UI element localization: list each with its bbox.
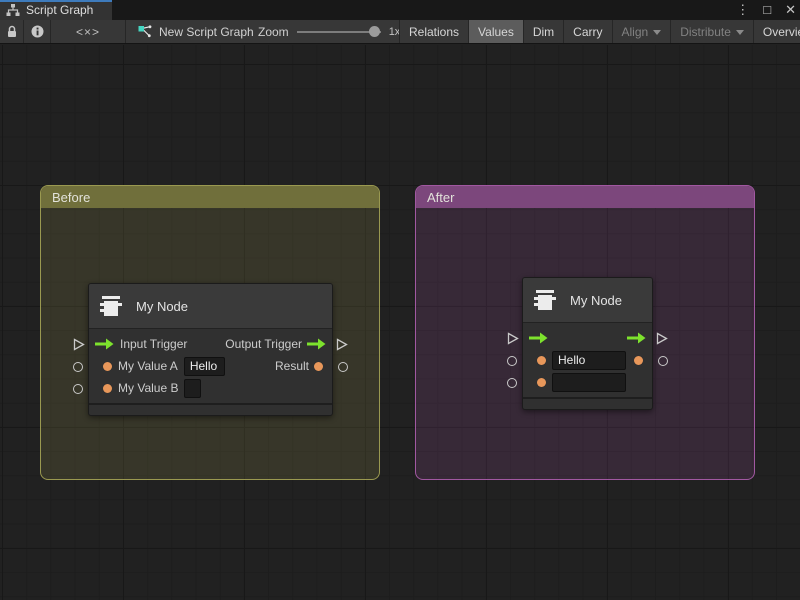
tab-label: Script Graph: [26, 3, 93, 17]
window-controls: ⋮ □ ✕: [736, 0, 796, 20]
info-button[interactable]: [24, 20, 50, 43]
zoom-slider-handle[interactable]: [369, 26, 380, 37]
tab-bar: Script Graph ⋮ □ ✕: [0, 0, 800, 20]
node-row: [523, 371, 652, 393]
flow-input-connector[interactable]: [73, 338, 85, 351]
zoom-control: Zoom 1x: [258, 20, 400, 43]
dim-label: Dim: [533, 25, 554, 39]
chevron-down-icon: [653, 30, 661, 35]
node-title: My Node: [570, 293, 622, 308]
value-output-connector[interactable]: [338, 362, 348, 372]
flow-input-port[interactable]: [529, 332, 548, 344]
flow-input-port[interactable]: [95, 338, 114, 350]
node-row: My Value B: [89, 377, 332, 399]
value-input-connector[interactable]: [73, 384, 83, 394]
maximize-button[interactable]: □: [763, 0, 771, 20]
script-graph-icon: [138, 25, 152, 38]
port-label: My Value A: [118, 359, 178, 373]
values-label: Values: [478, 25, 514, 39]
group-title: Before: [52, 190, 90, 205]
group-before-header[interactable]: Before: [41, 186, 379, 208]
graph-name-label: New Script Graph: [159, 25, 254, 39]
lock-icon: [6, 25, 18, 38]
value-a-field[interactable]: [552, 351, 626, 370]
value-b-field[interactable]: [552, 373, 626, 392]
group-after-header[interactable]: After: [416, 186, 754, 208]
dim-button[interactable]: Dim: [523, 20, 563, 43]
value-input-connector[interactable]: [507, 378, 517, 388]
values-button[interactable]: Values: [468, 20, 523, 43]
flow-output-port[interactable]: [307, 338, 326, 350]
node-my-node-before[interactable]: My Node Input Trigger Output Trigger: [88, 283, 333, 416]
toolbar-divider: [125, 20, 126, 43]
overview-button[interactable]: Overview: [753, 20, 800, 43]
distribute-label: Distribute: [680, 25, 731, 39]
flow-input-connector[interactable]: [507, 332, 519, 345]
value-a-field[interactable]: [184, 357, 225, 376]
flow-output-connector[interactable]: [336, 338, 348, 351]
value-input-port[interactable]: [103, 384, 112, 393]
relations-label: Relations: [409, 25, 459, 39]
value-input-connector[interactable]: [73, 362, 83, 372]
align-button[interactable]: Align: [612, 20, 671, 43]
zoom-slider[interactable]: [297, 26, 381, 38]
distribute-button[interactable]: Distribute: [670, 20, 753, 43]
node-body: Input Trigger Output Trigger My Value A: [89, 329, 332, 403]
value-b-field[interactable]: [184, 379, 201, 398]
value-input-port[interactable]: [103, 362, 112, 371]
value-input-port[interactable]: [537, 356, 546, 365]
flow-output-port[interactable]: [627, 332, 646, 344]
align-label: Align: [622, 25, 649, 39]
value-output-connector[interactable]: [658, 356, 668, 366]
port-label: Result: [275, 359, 309, 373]
graph-canvas[interactable]: Before After My Node: [0, 45, 800, 600]
port-label: My Value B: [118, 381, 178, 395]
value-output-port[interactable]: [314, 362, 323, 371]
close-button[interactable]: ✕: [785, 0, 796, 20]
toolbar-right-group: Relations Values Dim Carry Align Distrib…: [399, 20, 800, 43]
window-menu-button[interactable]: ⋮: [736, 0, 749, 20]
tab-active-indicator: [0, 0, 112, 2]
code-view-button[interactable]: <×>: [51, 20, 125, 43]
carry-button[interactable]: Carry: [563, 20, 611, 43]
unit-node-icon: [532, 288, 558, 312]
graph-icon: [6, 4, 20, 17]
carry-label: Carry: [573, 25, 602, 39]
node-my-node-after[interactable]: My Node: [522, 277, 653, 410]
info-icon: [31, 25, 44, 38]
unit-node-icon: [98, 294, 124, 318]
toolbar-left-group: <×>: [0, 20, 126, 43]
code-icon: <×>: [76, 25, 100, 39]
relations-button[interactable]: Relations: [399, 20, 468, 43]
node-row: [523, 349, 652, 371]
port-label: Input Trigger: [120, 337, 187, 351]
zoom-label: Zoom: [258, 25, 289, 39]
graph-toolbar: <×> New Script Graph Zoom 1x Relations: [0, 20, 800, 44]
graph-breadcrumb[interactable]: New Script Graph: [138, 20, 254, 43]
node-title: My Node: [136, 299, 188, 314]
value-output-port[interactable]: [634, 356, 643, 365]
node-row: [523, 327, 652, 349]
node-row: Input Trigger Output Trigger: [89, 333, 332, 355]
node-footer: [523, 397, 652, 409]
node-row: My Value A Result: [89, 355, 332, 377]
chevron-down-icon: [736, 30, 744, 35]
node-body: [523, 323, 652, 397]
flow-output-connector[interactable]: [656, 332, 668, 345]
script-graph-window: Script Graph ⋮ □ ✕: [0, 0, 800, 600]
port-label: Output Trigger: [225, 337, 302, 351]
lock-button[interactable]: [0, 20, 23, 43]
group-title: After: [427, 190, 454, 205]
value-input-connector[interactable]: [507, 356, 517, 366]
node-header[interactable]: My Node: [89, 284, 332, 329]
value-input-port[interactable]: [537, 378, 546, 387]
node-footer: [89, 403, 332, 415]
overview-label: Overview: [763, 25, 800, 39]
node-header[interactable]: My Node: [523, 278, 652, 323]
tab-script-graph[interactable]: Script Graph: [0, 0, 112, 20]
